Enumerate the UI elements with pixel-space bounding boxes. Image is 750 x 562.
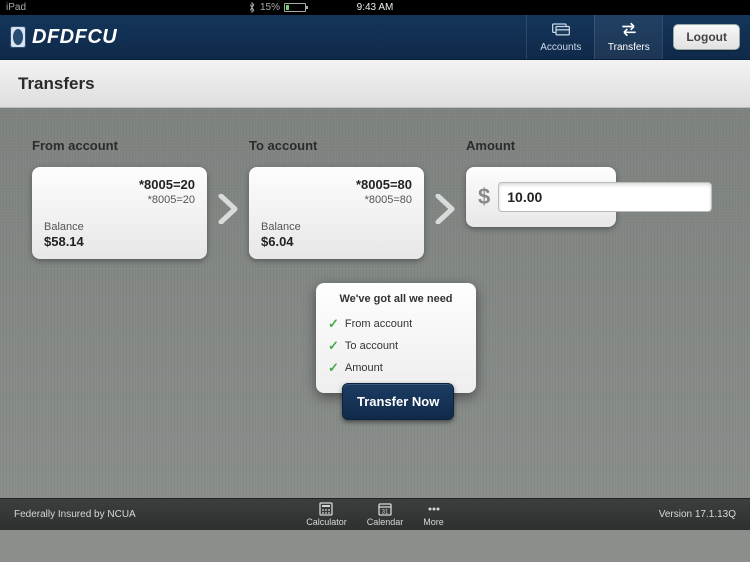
nav-label: Transfers <box>608 42 650 53</box>
transfer-panel: From account *8005=20 *8005=20 Balance $… <box>0 108 750 259</box>
footer-calendar[interactable]: 31 Calendar <box>367 502 404 527</box>
check-icon: ✓ <box>328 360 339 376</box>
svg-text:31: 31 <box>382 510 389 516</box>
from-account-card[interactable]: *8005=20 *8005=20 Balance $58.14 <box>32 167 207 259</box>
version-text: Version 17.1.13Q <box>659 509 736 520</box>
amount-column: Amount $ <box>466 138 616 227</box>
page-title: Transfers <box>18 74 95 94</box>
battery-percent: 15% <box>260 2 280 13</box>
to-account-card[interactable]: *8005=80 *8005=80 Balance $6.04 <box>249 167 424 259</box>
brand-badge-icon <box>10 26 26 48</box>
to-label: To account <box>249 138 424 153</box>
popover-item-label: Amount <box>345 362 383 374</box>
popover-item-label: To account <box>345 340 398 352</box>
to-column: To account *8005=80 *8005=80 Balance $6.… <box>249 138 424 259</box>
amount-card: $ <box>466 167 616 227</box>
from-balance-value: $58.14 <box>44 234 84 249</box>
brand-text: DFDFCU <box>32 26 117 49</box>
popover-item: ✓ From account <box>328 313 464 335</box>
popover-title: We've got all we need <box>328 293 464 305</box>
from-column: From account *8005=20 *8005=20 Balance $… <box>32 138 207 259</box>
to-balance-label: Balance <box>261 221 301 233</box>
popover-item: ✓ To account <box>328 335 464 357</box>
dollar-icon: $ <box>478 184 490 210</box>
popover-item-label: From account <box>345 318 412 330</box>
top-nav: DFDFCU Accounts Transfers Logout <box>0 15 750 60</box>
popover-item: ✓ Amount <box>328 357 464 379</box>
nav-items: Accounts Transfers <box>526 15 662 59</box>
amount-label: Amount <box>466 138 616 153</box>
device-label: iPad <box>6 2 26 13</box>
transfers-icon <box>619 21 639 40</box>
footer-item-label: Calendar <box>367 517 404 527</box>
nav-label: Accounts <box>540 42 581 53</box>
to-account-number: *8005=80 <box>261 177 412 192</box>
to-account-sub: *8005=80 <box>261 194 412 206</box>
from-balance-label: Balance <box>44 221 84 233</box>
check-icon: ✓ <box>328 338 339 354</box>
from-label: From account <box>32 138 207 153</box>
page-header: Transfers <box>0 60 750 108</box>
status-bar: iPad 9:43 AM 15% <box>0 0 750 15</box>
cards-icon <box>551 21 571 40</box>
transfer-now-button[interactable]: Transfer Now <box>342 383 454 420</box>
footer-item-label: Calculator <box>306 517 347 527</box>
chevron-right-icon <box>217 194 239 224</box>
from-account-sub: *8005=20 <box>44 194 195 206</box>
footer-item-label: More <box>423 517 444 527</box>
footer-calculator[interactable]: Calculator <box>306 502 347 527</box>
from-account-number: *8005=20 <box>44 177 195 192</box>
chevron-right-icon <box>434 194 456 224</box>
logout-button[interactable]: Logout <box>673 24 740 50</box>
insured-text: Federally Insured by NCUA <box>14 509 136 520</box>
bluetooth-icon <box>248 2 256 13</box>
confirmation-popover: We've got all we need ✓ From account ✓ To … <box>316 283 476 393</box>
popover-list: ✓ From account ✓ To account ✓ Amount <box>328 313 464 379</box>
nav-transfers[interactable]: Transfers <box>594 15 662 59</box>
amount-input[interactable] <box>498 182 712 212</box>
to-balance-value: $6.04 <box>261 234 294 249</box>
battery-icon <box>284 3 306 12</box>
footer-more[interactable]: More <box>423 502 444 527</box>
content-area: From account *8005=20 *8005=20 Balance $… <box>0 108 750 530</box>
check-icon: ✓ <box>328 316 339 332</box>
nav-accounts[interactable]: Accounts <box>526 15 594 59</box>
bottom-bar: Federally Insured by NCUA Calculator 31 … <box>0 498 750 530</box>
brand: DFDFCU <box>0 15 127 59</box>
